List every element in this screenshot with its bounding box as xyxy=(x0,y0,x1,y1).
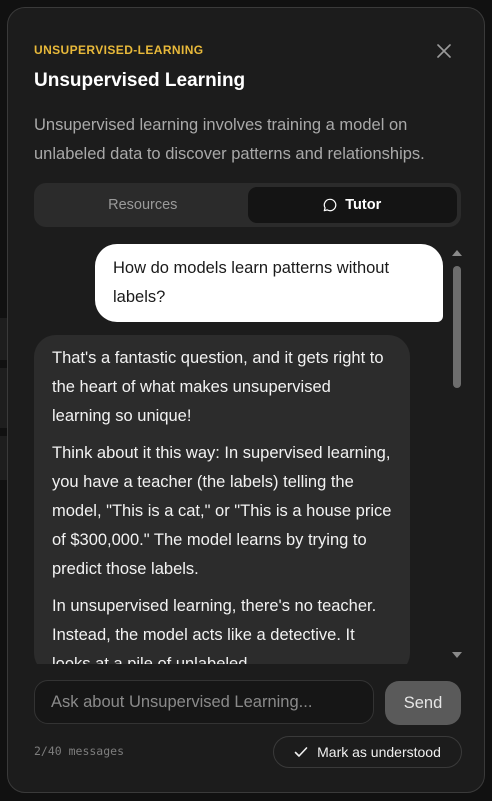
topic-tag: UNSUPERVISED-LEARNING xyxy=(34,43,204,57)
assistant-paragraph: That's a fantastic question, and it gets… xyxy=(52,349,384,425)
topic-description: Unsupervised learning involves training … xyxy=(34,116,425,163)
close-icon xyxy=(437,44,451,58)
scroll-up-arrow[interactable] xyxy=(452,250,462,256)
send-button[interactable]: Send xyxy=(385,681,461,725)
assistant-paragraph: In unsupervised learning, there's no tea… xyxy=(52,597,377,664)
assistant-message: That's a fantastic question, and it gets… xyxy=(34,335,410,664)
background-strip xyxy=(0,368,7,428)
background-strip xyxy=(0,318,7,360)
tab-resources[interactable]: Resources xyxy=(38,187,248,223)
mark-understood-button[interactable]: Mark as understood xyxy=(273,736,462,768)
chat-bubble-icon xyxy=(323,198,337,212)
chat-scrollbar[interactable] xyxy=(450,244,464,665)
close-button[interactable] xyxy=(435,42,453,60)
tab-tutor[interactable]: Tutor xyxy=(247,187,457,223)
page-title: Unsupervised Learning xyxy=(34,70,246,91)
user-message: How do models learn patterns without lab… xyxy=(95,244,443,322)
scroll-thumb[interactable] xyxy=(453,266,461,388)
assistant-paragraph: Think about it this way: In supervised l… xyxy=(52,444,392,578)
mark-understood-label: Mark as understood xyxy=(317,744,441,760)
scroll-down-arrow[interactable] xyxy=(452,652,462,658)
message-count: 2/40 messages xyxy=(34,744,125,758)
topic-panel: UNSUPERVISED-LEARNING Unsupervised Learn… xyxy=(7,7,485,793)
checkmark-icon xyxy=(294,746,308,758)
chat-log[interactable]: How do models learn patterns without lab… xyxy=(34,244,464,664)
tab-label: Resources xyxy=(108,197,178,213)
tab-bar: Resources Tutor xyxy=(34,183,461,227)
chat-input[interactable] xyxy=(34,680,374,724)
background-strip xyxy=(0,436,7,480)
tab-label: Tutor xyxy=(345,197,382,213)
